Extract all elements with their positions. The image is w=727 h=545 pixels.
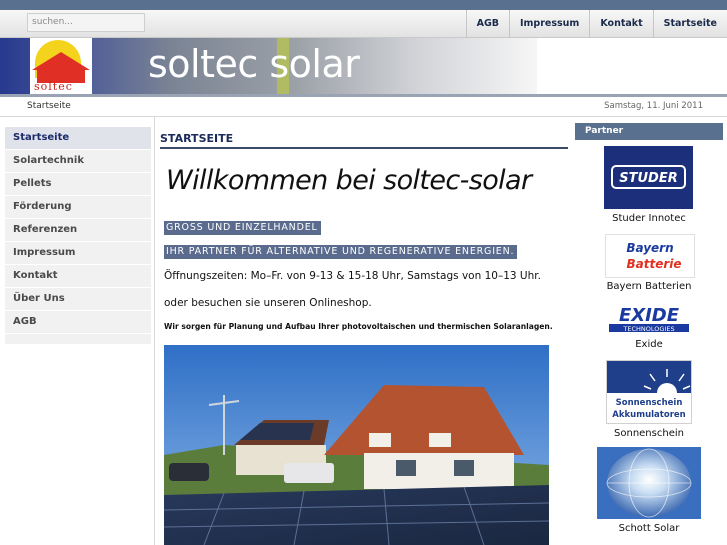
sonnenschein-logo-text-1: Sonnenschein xyxy=(616,398,683,408)
house-solar-photo xyxy=(164,345,549,545)
sonnenschein-logo[interactable]: Sonnenschein Akkumulatoren xyxy=(606,360,692,424)
menu-item-startseite[interactable]: Startseite xyxy=(5,127,151,150)
exide-logo-graphic: EXIDE TECHNOLOGIES xyxy=(605,302,693,334)
studer-logo-graphic: STUDER xyxy=(611,165,686,189)
partner-name-bayern[interactable]: Bayern Batterien xyxy=(575,281,723,292)
left-sidebar: Startseite Solartechnik Pellets Förderun… xyxy=(0,117,155,545)
banner-shadow xyxy=(0,94,727,97)
studer-logo[interactable]: STUDER xyxy=(604,146,693,209)
top-strip xyxy=(0,0,727,10)
exide-logo-subtext: TECHNOLOGIES xyxy=(622,325,674,333)
menu-item-kontakt[interactable]: Kontakt xyxy=(5,265,151,288)
highlight-partner: IHR PARTNER FÜR ALTERNATIVE UND REGENERA… xyxy=(164,245,518,259)
header-banner: soltec soltec solar xyxy=(0,38,727,94)
schott-solar-logo[interactable] xyxy=(597,447,701,519)
brand-title: soltec solar xyxy=(148,42,360,86)
sonnenschein-logo-text-2: Akkumulatoren xyxy=(612,410,685,420)
bayern-batterie-logo[interactable]: Bayern Batterie xyxy=(605,234,695,278)
current-date: Samstag, 11. Juni 2011 xyxy=(604,101,703,111)
menu-item-impressum[interactable]: Impressum xyxy=(5,242,151,265)
partner-name-exide[interactable]: Exide xyxy=(575,339,723,350)
studer-logo-text: STUDER xyxy=(619,171,677,186)
breadcrumb[interactable]: Startseite xyxy=(27,101,71,111)
bayern-logo-graphic: Bayern Batterie xyxy=(626,241,681,271)
highlight-wholesale: GROSS UND EINZELHANDEL xyxy=(164,221,321,235)
top-nav-kontakt[interactable]: Kontakt xyxy=(589,10,652,37)
section-title: STARTSEITE xyxy=(160,132,568,149)
welcome-heading: Willkommen bei soltec-solar xyxy=(166,165,532,196)
search-input[interactable]: suchen... xyxy=(27,13,145,32)
main-content: STARTSEITE Willkommen bei soltec-solar G… xyxy=(160,117,570,545)
photo-illustration xyxy=(164,345,549,545)
soltec-logo[interactable]: soltec xyxy=(30,38,92,94)
toolbar: suchen... AGB Impressum Kontakt Startsei… xyxy=(0,10,727,38)
roof-icon xyxy=(32,52,90,70)
main-menu: Startseite Solartechnik Pellets Förderun… xyxy=(5,127,151,344)
onlineshop-line[interactable]: oder besuchen sie unseren Onlineshop. xyxy=(164,297,372,309)
menu-item-ueber-uns[interactable]: Über Uns xyxy=(5,288,151,311)
top-nav-startseite[interactable]: Startseite xyxy=(652,10,727,37)
logo-text: soltec xyxy=(34,80,73,93)
partner-name-schott[interactable]: Schott Solar xyxy=(575,523,723,534)
menu-item-agb[interactable]: AGB xyxy=(5,311,151,334)
top-nav-agb[interactable]: AGB xyxy=(465,10,509,37)
exide-logo-text: EXIDE xyxy=(619,305,680,326)
menu-item-pellets[interactable]: Pellets xyxy=(5,173,151,196)
top-nav: AGB Impressum Kontakt Startseite xyxy=(465,10,727,37)
bayern-logo-text-1: Bayern xyxy=(626,241,673,255)
bayern-logo-text-2: Batterie xyxy=(626,257,681,271)
exide-logo[interactable]: EXIDE TECHNOLOGIES xyxy=(605,302,693,334)
planning-text: Wir sorgen für Planung und Aufbau Ihrer … xyxy=(164,322,553,331)
right-sidebar: Partner STUDER Studer Innotec Bayern Bat… xyxy=(575,123,727,545)
partner-name-studer[interactable]: Studer Innotec xyxy=(575,213,723,224)
menu-item-foerderung[interactable]: Förderung xyxy=(5,196,151,219)
sonnenschein-logo-graphic: Sonnenschein Akkumulatoren xyxy=(607,361,691,420)
menu-item-solartechnik[interactable]: Solartechnik xyxy=(5,150,151,173)
opening-hours: Öffnungszeiten: Mo–Fr. von 9-13 & 15-18 … xyxy=(164,270,541,282)
partner-name-sonnenschein[interactable]: Sonnenschein xyxy=(575,428,723,439)
menu-footer xyxy=(5,334,151,344)
menu-item-referenzen[interactable]: Referenzen xyxy=(5,219,151,242)
top-nav-impressum[interactable]: Impressum xyxy=(509,10,589,37)
schott-globe-graphic xyxy=(597,447,701,519)
partner-heading: Partner xyxy=(575,123,723,140)
